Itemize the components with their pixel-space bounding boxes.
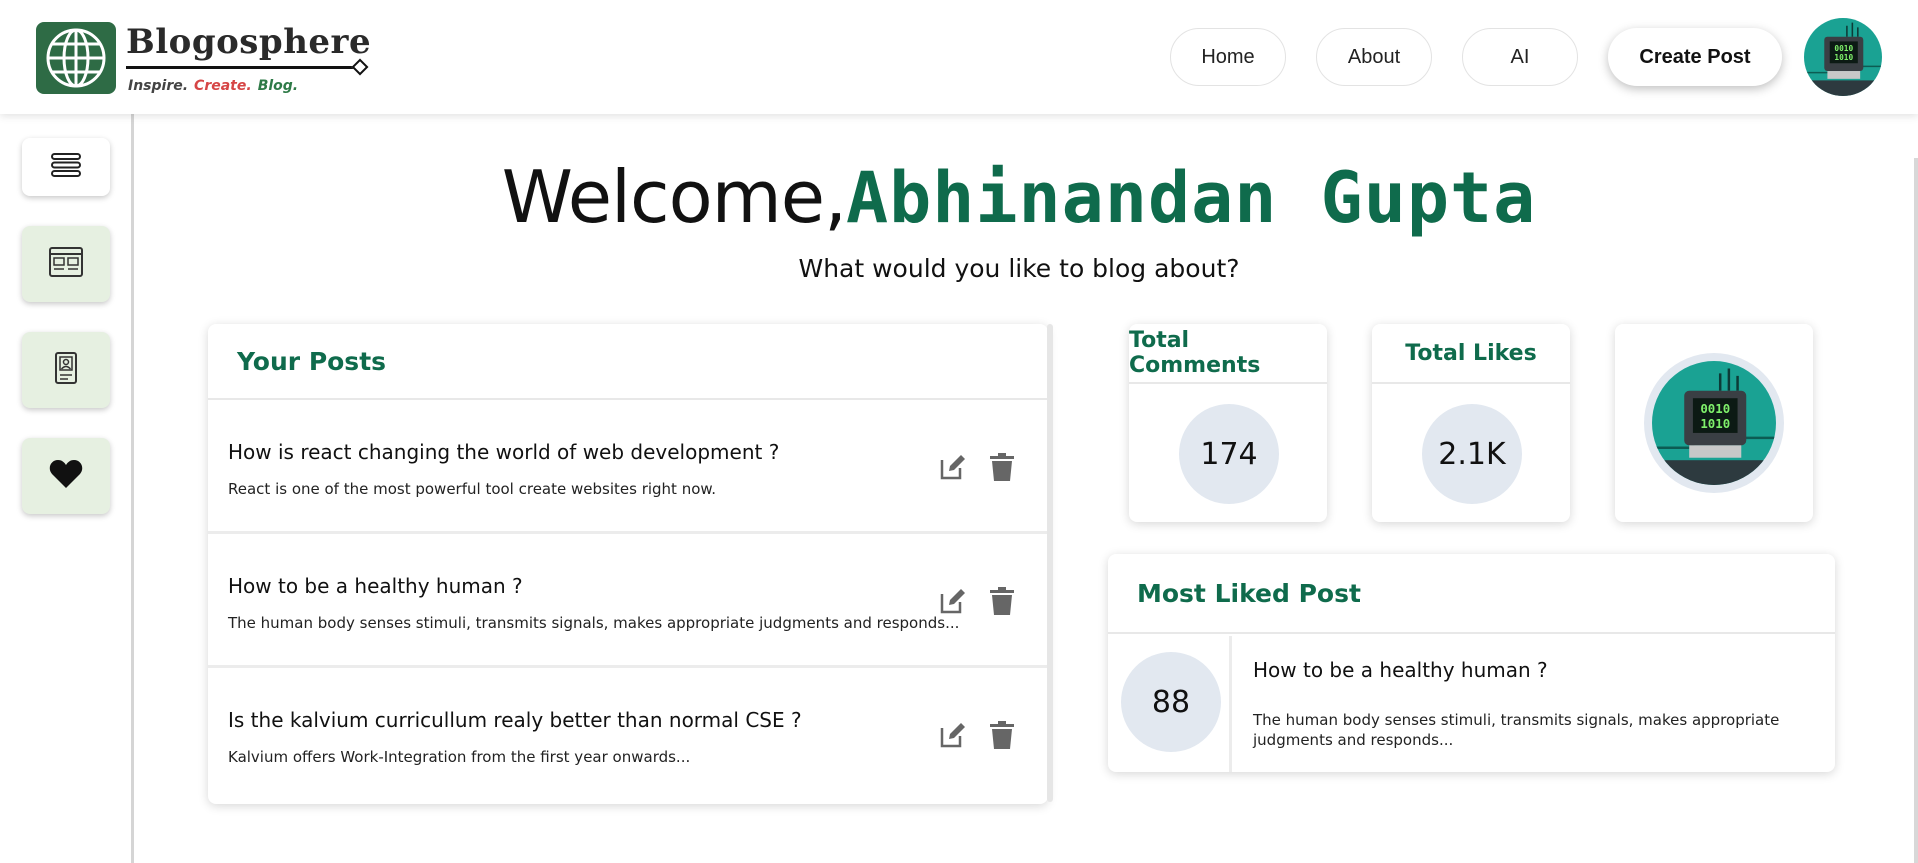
brand-text: Blogosphere Inspire. Create. Blog.	[126, 22, 372, 94]
posts-title: Your Posts	[237, 346, 387, 376]
create-post-button[interactable]: Create Post	[1608, 28, 1782, 86]
post-title[interactable]: How to be a healthy human ?	[228, 574, 523, 598]
post-excerpt: React is one of the most powerful tool c…	[228, 480, 717, 498]
most-liked-post-title[interactable]: How to be a healthy human ?	[1253, 658, 1548, 682]
post-title[interactable]: Is the kalvium curricullum realy better …	[228, 708, 802, 732]
total-likes-label: Total Likes	[1372, 324, 1570, 384]
welcome-subtitle: What would you like to blog about?	[798, 254, 1240, 283]
edit-icon[interactable]	[938, 720, 968, 750]
trash-icon[interactable]	[989, 586, 1015, 616]
heart-icon	[49, 459, 83, 493]
total-comments-label: Total Comments	[1129, 324, 1327, 384]
post-item[interactable]: How to be a healthy human ? The human bo…	[208, 534, 1048, 668]
top-header: Blogosphere Inspire. Create. Blog. Home Ab…	[0, 0, 1918, 114]
brand-name: Blogosphere	[126, 22, 372, 62]
nav-home-button[interactable]: Home	[1170, 28, 1286, 86]
brand-logo[interactable]: Blogosphere Inspire. Create. Blog.	[36, 22, 372, 94]
nav-about-button[interactable]: About	[1316, 28, 1432, 86]
welcome-greeting: Welcome,	[501, 155, 847, 239]
user-avatar[interactable]	[1804, 18, 1882, 96]
sidebar-item-likes[interactable]	[22, 438, 110, 514]
profile-icon	[55, 352, 77, 388]
your-posts-card: Your Posts How is react changing the wor…	[208, 324, 1048, 804]
globe-icon	[36, 22, 116, 94]
sidebar-item-posts[interactable]	[22, 226, 110, 302]
most-liked-title: Most Liked Post	[1137, 578, 1361, 608]
welcome-heading: Welcome,Abhinandan Gupta	[134, 155, 1904, 239]
brand-underline	[126, 66, 358, 69]
posts-header: Your Posts	[208, 324, 1048, 400]
total-comments-value: 174	[1179, 404, 1279, 504]
post-excerpt: Kalvium offers Work-Integration from the…	[228, 748, 691, 766]
most-liked-post-excerpt: The human body senses stimuli, transmits…	[1253, 711, 1780, 749]
edit-icon[interactable]	[938, 452, 968, 482]
nav-ai-button[interactable]: AI	[1462, 28, 1578, 86]
trash-icon[interactable]	[989, 452, 1015, 482]
post-item[interactable]: Is the kalvium curricullum realy better …	[208, 668, 1048, 802]
trash-icon[interactable]	[989, 720, 1015, 750]
total-likes-card: Total Likes 2.1K	[1372, 324, 1570, 522]
brand-tagline: Inspire. Create. Blog.	[128, 78, 298, 94]
profile-avatar[interactable]	[1644, 353, 1784, 493]
post-item[interactable]: How is react changing the world of web d…	[208, 400, 1048, 534]
avatar-image	[1652, 361, 1776, 485]
most-liked-count: 88	[1121, 652, 1221, 752]
sidebar	[0, 114, 134, 863]
tagline-inspire: Inspire.	[128, 78, 189, 94]
most-liked-post-card[interactable]: Most Liked Post 88 How to be a healthy h…	[1108, 554, 1835, 772]
posts-scrollbar[interactable]	[1047, 324, 1053, 802]
post-excerpt: The human body senses stimuli, transmits…	[228, 614, 960, 632]
posts-icon	[49, 247, 83, 281]
welcome-user-name: Abhinandan Gupta	[845, 157, 1537, 239]
edit-icon[interactable]	[938, 586, 968, 616]
profile-avatar-card	[1615, 324, 1813, 522]
most-liked-header: Most Liked Post	[1108, 554, 1835, 634]
tagline-blog: Blog.	[257, 78, 299, 94]
most-liked-count-panel: 88	[1108, 636, 1232, 772]
total-comments-card: Total Comments 174	[1129, 324, 1327, 522]
post-title[interactable]: How is react changing the world of web d…	[228, 440, 779, 464]
sidebar-item-profile[interactable]	[22, 332, 110, 408]
total-likes-value: 2.1K	[1422, 404, 1522, 504]
main-nav: Home About AI Create Post	[1170, 28, 1782, 86]
tagline-create: Create.	[194, 78, 252, 94]
sidebar-menu-button[interactable]	[22, 138, 110, 196]
menu-icon	[49, 152, 83, 182]
page-scrollbar[interactable]	[1914, 158, 1918, 863]
